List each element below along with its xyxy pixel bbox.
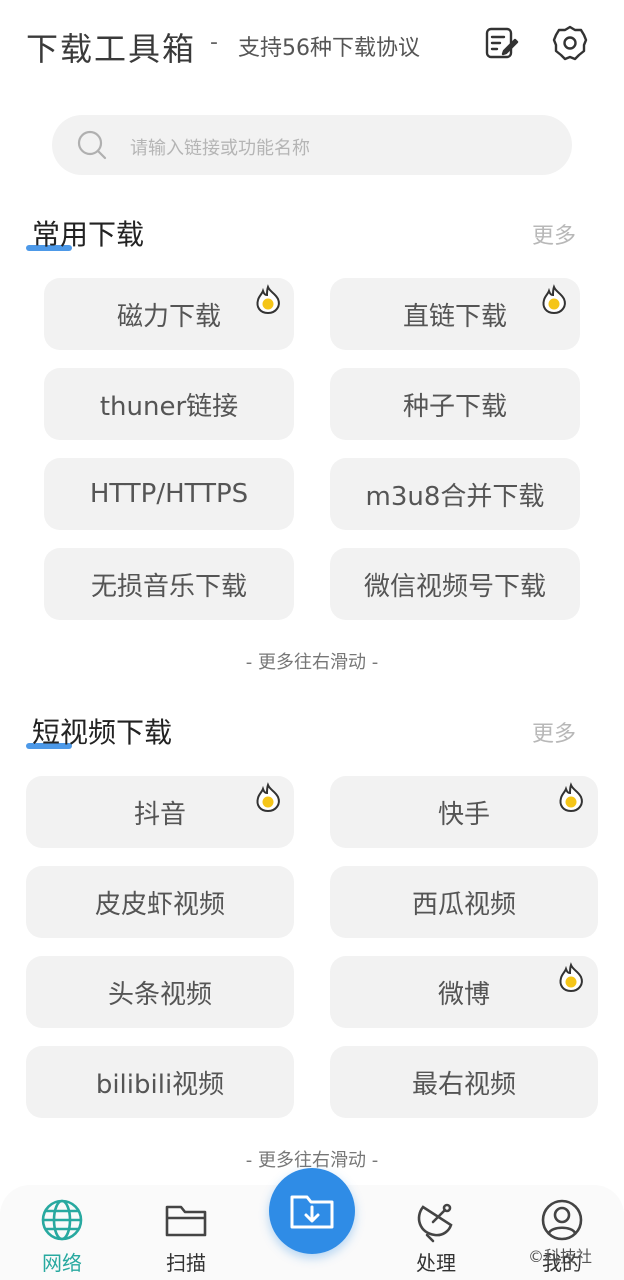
- tile-http-https[interactable]: HTTP/HTTPS: [44, 458, 294, 530]
- download-center-button[interactable]: [269, 1168, 355, 1254]
- edit-note-icon[interactable]: [482, 24, 520, 62]
- tile-bilibili-video[interactable]: bilibili视频: [26, 1046, 294, 1118]
- nav-item-scan[interactable]: 扫描: [141, 1197, 231, 1276]
- tile-torrent-download[interactable]: 种子下载: [330, 368, 580, 440]
- nav-label: 网络: [42, 1251, 82, 1275]
- tile-label: bilibili视频: [95, 1069, 225, 1100]
- settings-gear-icon[interactable]: [551, 24, 589, 62]
- tile-label: 无损音乐下载: [90, 571, 247, 602]
- tile-label: 微信视频号下载: [363, 571, 546, 602]
- title-separator: -: [210, 30, 218, 55]
- app-title: 下载工具箱: [26, 30, 197, 68]
- tile-label: HTTP/HTTPS: [89, 479, 249, 509]
- nav-item-network[interactable]: 网络: [17, 1197, 107, 1276]
- folder-icon: [165, 1205, 207, 1237]
- watermark-text: ©科技社: [528, 1247, 593, 1266]
- tile-label: thuner链接: [99, 391, 239, 422]
- nav-label: 扫描: [166, 1251, 206, 1275]
- tile-label: 皮皮虾视频: [94, 889, 225, 920]
- fire-hot-icon: [252, 782, 284, 814]
- section-title-text: 常用下载: [32, 218, 145, 251]
- tile-lossless-music-download[interactable]: 无损音乐下载: [44, 548, 294, 620]
- fire-hot-icon: [538, 284, 570, 316]
- tile-label: m3u8合并下载: [365, 481, 545, 512]
- section-title-short-video: 短视频下载: [26, 711, 173, 751]
- section-title-text: 短视频下载: [32, 716, 173, 749]
- tile-toutiao-video[interactable]: 头条视频: [26, 956, 294, 1028]
- tile-m3u8-merge-download[interactable]: m3u8合并下载: [330, 458, 580, 530]
- tile-xigua-video[interactable]: 西瓜视频: [330, 866, 598, 938]
- more-link-short-video[interactable]: 更多: [532, 716, 576, 748]
- satellite-dish-icon: [417, 1203, 453, 1243]
- tile-label: 头条视频: [107, 979, 212, 1010]
- nav-item-process[interactable]: 处理: [391, 1197, 481, 1276]
- search-icon: [76, 129, 108, 161]
- fire-hot-icon: [555, 962, 587, 994]
- globe-icon: [41, 1199, 83, 1241]
- tile-label: 抖音: [133, 799, 186, 830]
- tile-thunder-link[interactable]: thuner链接: [44, 368, 294, 440]
- fire-hot-icon: [555, 782, 587, 814]
- tile-label: 微博: [437, 979, 490, 1010]
- fire-hot-icon: [252, 284, 284, 316]
- search-bar[interactable]: 请输入链接或功能名称: [52, 115, 572, 175]
- nav-label: 处理: [416, 1251, 456, 1275]
- header: 下载工具箱 - 支持56种下载协议: [0, 0, 624, 90]
- tile-label: 直链下载: [402, 301, 507, 332]
- more-link-common[interactable]: 更多: [532, 218, 576, 250]
- tile-pipixia-video[interactable]: 皮皮虾视频: [26, 866, 294, 938]
- download-folder-icon: [290, 1195, 334, 1229]
- user-icon: [541, 1199, 583, 1241]
- tile-wechat-channels-download[interactable]: 微信视频号下载: [330, 548, 580, 620]
- tile-label: 种子下载: [402, 391, 507, 422]
- search-placeholder[interactable]: 请输入链接或功能名称: [130, 134, 310, 160]
- tile-label: 磁力下载: [116, 301, 221, 332]
- tile-label: 西瓜视频: [411, 889, 516, 920]
- app-subtitle: 支持56种下载协议: [238, 36, 420, 61]
- swipe-hint: - 更多往右滑动 -: [245, 652, 379, 673]
- section-title-common-download: 常用下载: [26, 213, 145, 253]
- tile-label: 快手: [437, 799, 490, 830]
- tile-zuiyou-video[interactable]: 最右视频: [330, 1046, 598, 1118]
- tile-label: 最右视频: [411, 1069, 516, 1100]
